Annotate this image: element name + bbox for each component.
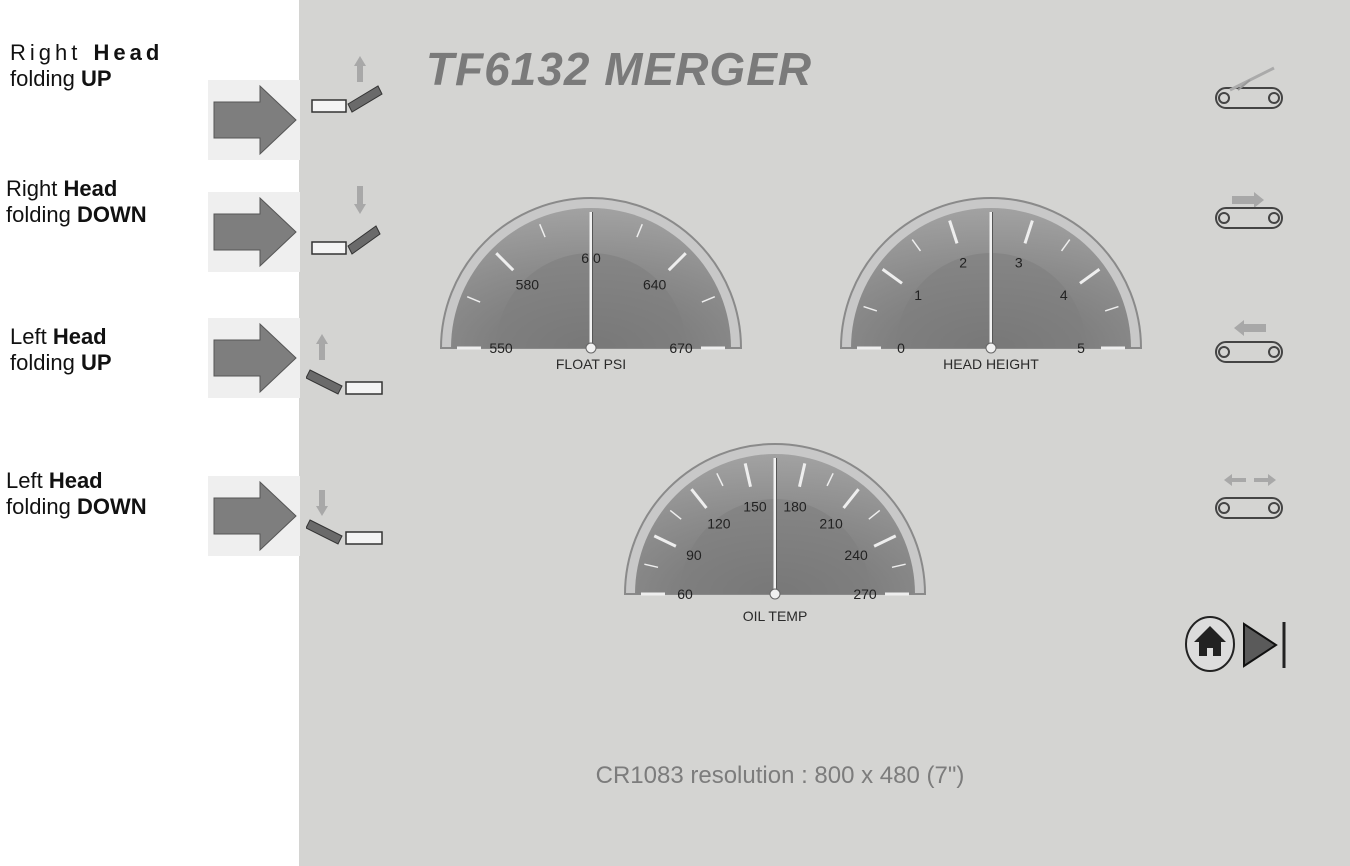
legend-lead: Left: [6, 468, 43, 493]
float-psi-label: FLOAT PSI: [555, 356, 627, 372]
legend-bold: Head: [63, 176, 118, 201]
gauge-tick-label: 4: [1060, 287, 1068, 303]
oil-temp-gauge: 60 90 120 150 180 210240 270: [623, 443, 927, 602]
head-height-gauge: 0 1 2 3 4 5: [839, 197, 1143, 356]
legend-bold2: DOWN: [76, 202, 147, 227]
gauge-hub: [769, 588, 781, 600]
legend-right-head-up: Right Head folding UP: [10, 40, 163, 92]
belt-reverse-icon[interactable]: [1210, 318, 1290, 372]
gauge-tick-label: 150: [743, 498, 767, 514]
gauge-hub: [585, 342, 597, 354]
legend-bold2: DOWN: [76, 494, 147, 519]
left-head-up-icon[interactable]: [306, 330, 390, 404]
gauge-tick-label: 670: [669, 340, 693, 356]
legend-bold2: UP: [80, 66, 112, 91]
legend-bold: Head: [48, 468, 103, 493]
legend-line2: folding: [10, 350, 75, 375]
gauge-tick-label: 60: [677, 586, 693, 602]
callout-arrow-4: [208, 476, 300, 556]
legend-line2: folding: [10, 66, 75, 91]
legend-line2: folding: [6, 202, 71, 227]
gauge-tick-label: 210: [819, 516, 843, 532]
legend-lead: Right: [10, 40, 82, 65]
gauge-tick-label: 240: [844, 547, 868, 563]
gauge-tick-label: 640: [643, 276, 667, 292]
gauge-tick-label: 580: [516, 276, 540, 292]
belt-forward-icon[interactable]: [1210, 190, 1290, 240]
gauge-tick-label: 2: [959, 254, 967, 270]
float-psi-gauge: 5505806 0640670: [439, 197, 743, 356]
gauge-tick-label: 5: [1077, 340, 1085, 356]
next-page-icon[interactable]: [1240, 616, 1290, 676]
right-head-up-icon[interactable]: [308, 52, 388, 124]
legend-line2: folding: [6, 494, 71, 519]
callout-arrow-2: [208, 192, 300, 272]
legend-left-head-up: Left Head folding UP: [10, 324, 112, 376]
legend-lead: Right: [6, 176, 58, 201]
legend-left-head-down: Left Head folding DOWN: [6, 468, 147, 520]
gauge-tick-label: 270: [853, 586, 877, 602]
gauge-tick-label: 1: [914, 287, 922, 303]
screen-title: TF6132 MERGER: [425, 43, 813, 95]
gauge-tick-label: 550: [489, 340, 513, 356]
callout-arrow-3: [208, 318, 300, 398]
hmi-screen: [299, 0, 1350, 866]
gauge-tick-label: 90: [686, 547, 702, 563]
legend-lead: Left: [10, 324, 47, 349]
legend-bold: Head: [52, 324, 107, 349]
legend-bold2: UP: [80, 350, 112, 375]
legend-bold: Head: [93, 40, 164, 65]
oil-temp-label: OIL TEMP: [742, 608, 808, 624]
home-icon[interactable]: [1182, 614, 1238, 674]
legend-right-head-down: Right Head folding DOWN: [6, 176, 147, 228]
gauge-tick-label: 120: [707, 516, 731, 532]
resolution-note: CR1083 resolution : 800 x 480 (7"): [595, 762, 965, 789]
left-head-down-icon[interactable]: [306, 486, 390, 556]
belt-spread-icon[interactable]: [1210, 470, 1290, 524]
right-head-down-icon[interactable]: [308, 182, 388, 260]
belt-tilt-icon[interactable]: [1210, 62, 1290, 118]
gauge-hub: [985, 342, 997, 354]
gauge-tick-label: 0: [897, 340, 905, 356]
gauge-tick-label: 180: [783, 498, 807, 514]
callout-arrow-1: [208, 80, 300, 160]
head-height-label: HEAD HEIGHT: [943, 356, 1039, 372]
gauge-tick-label: 3: [1015, 254, 1023, 270]
